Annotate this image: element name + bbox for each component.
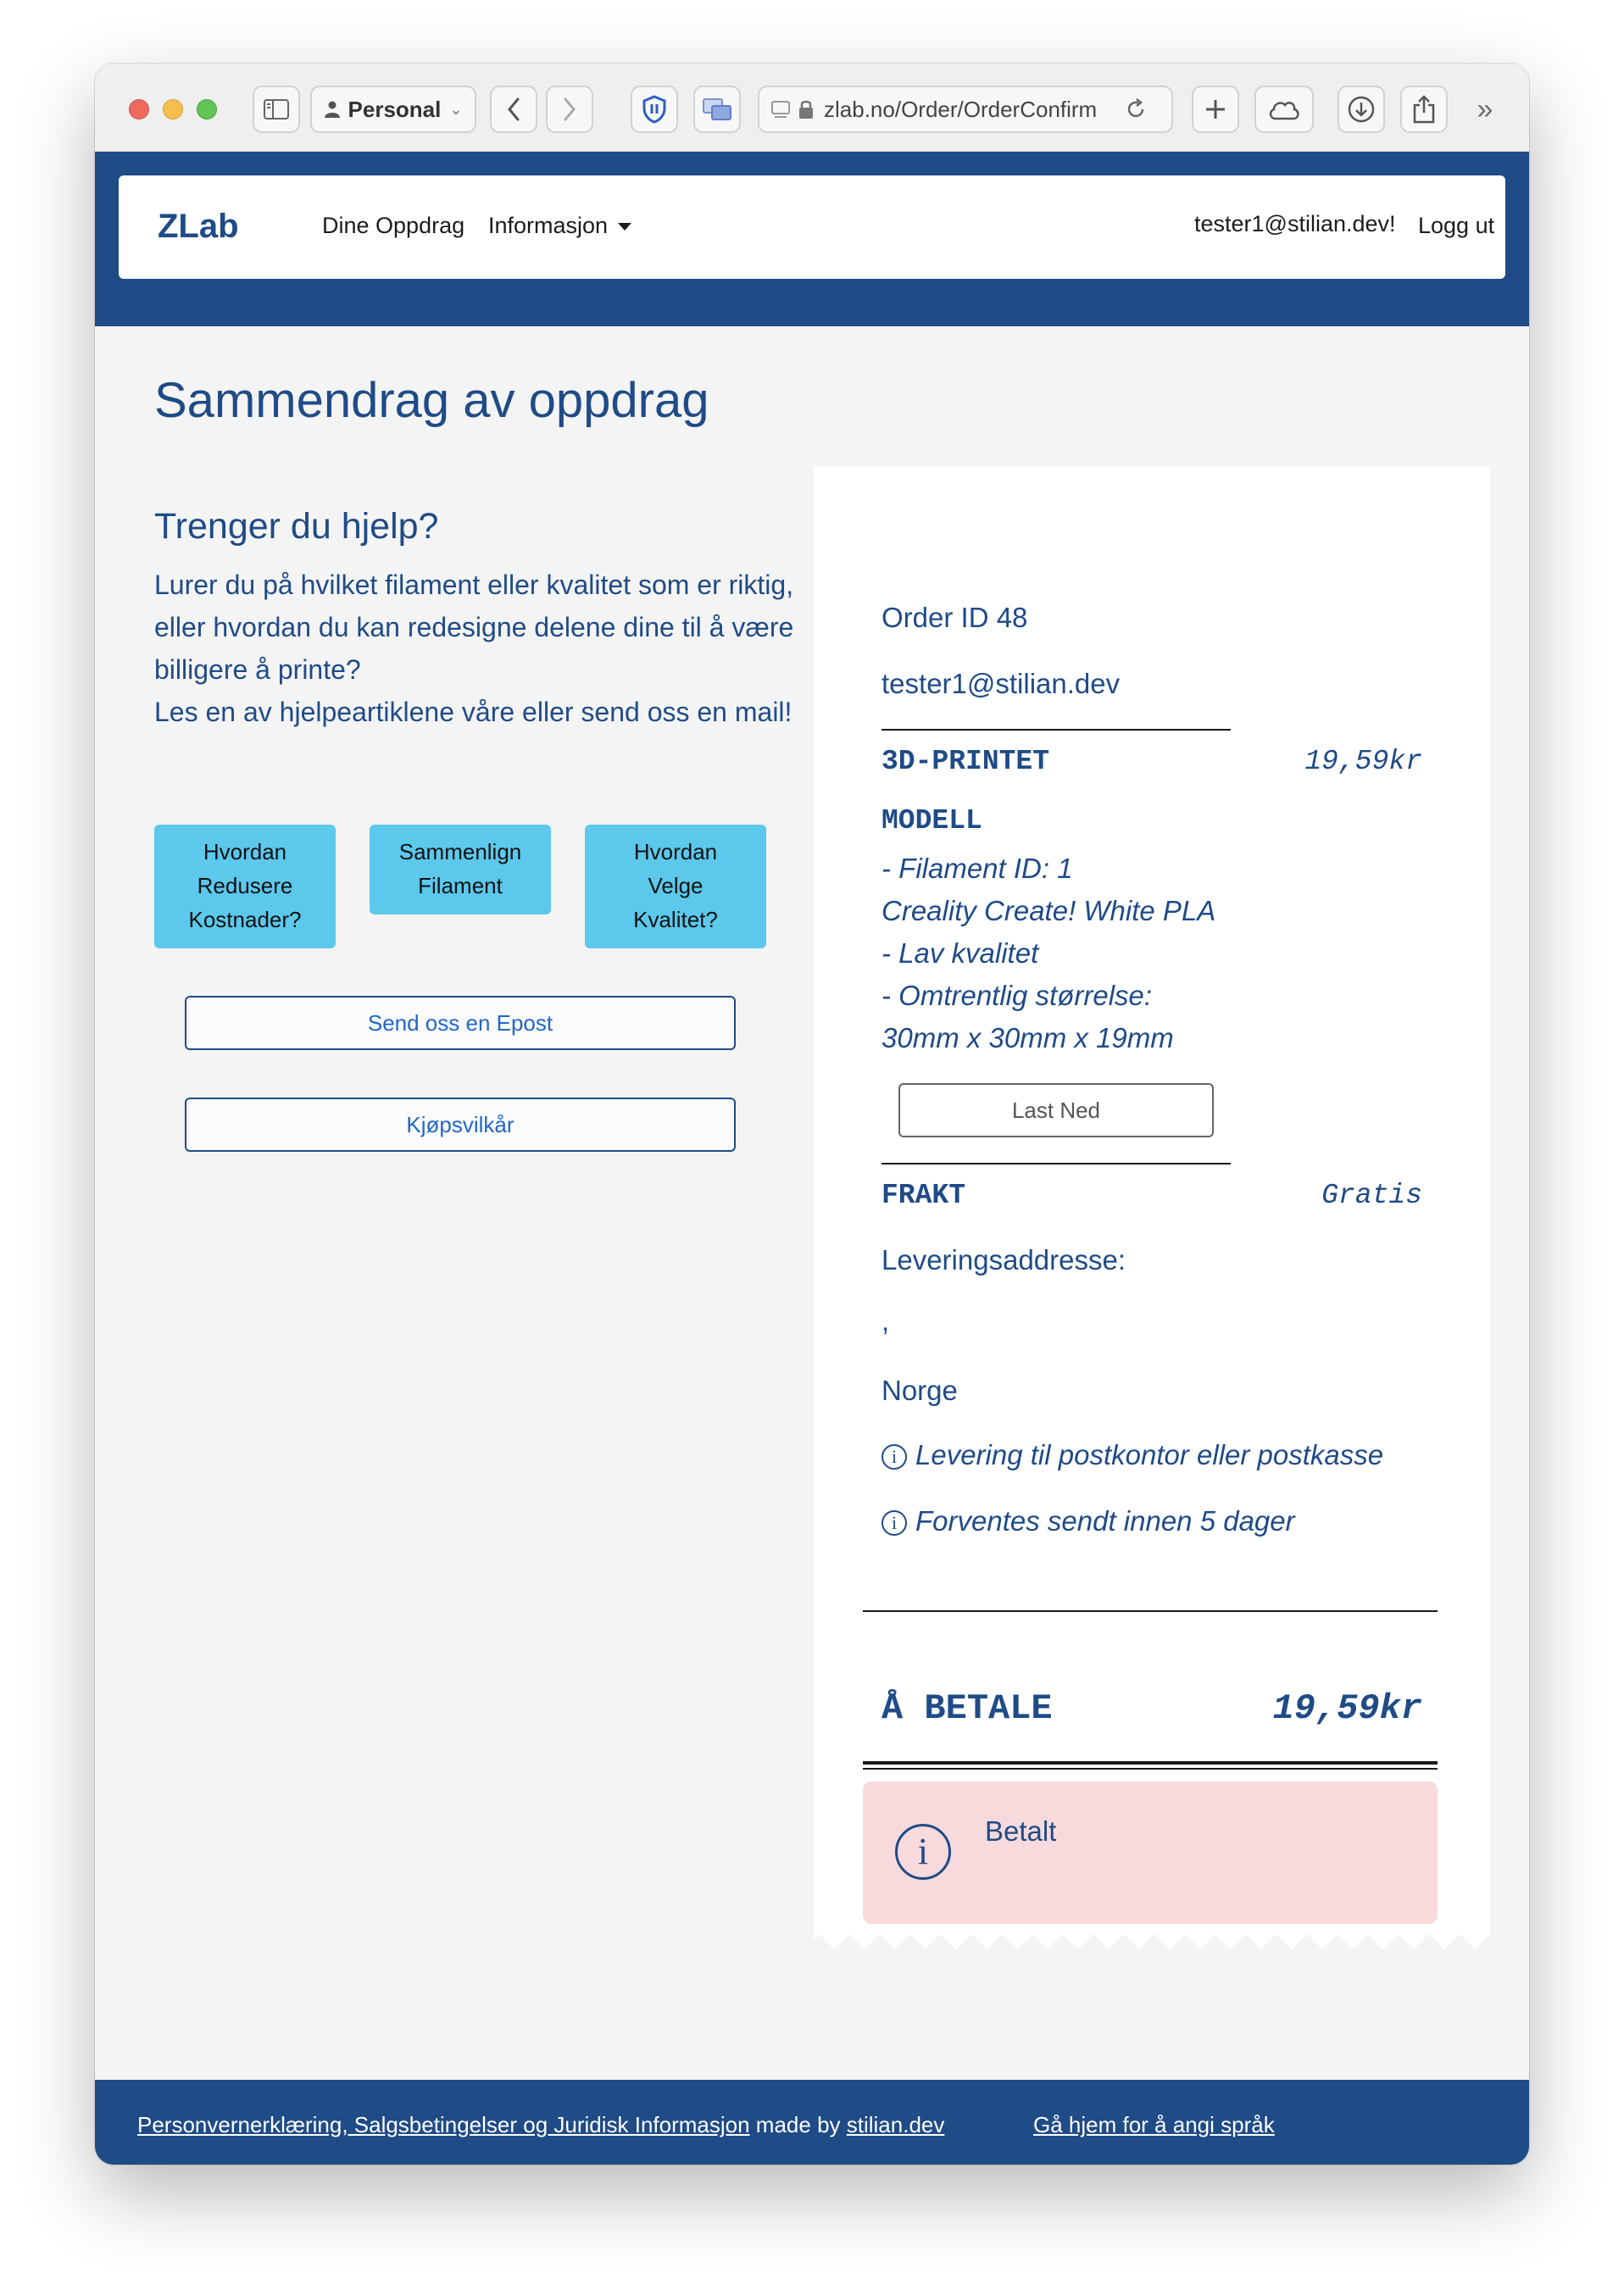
more-toolbar-items-icon[interactable]: » xyxy=(1468,86,1502,133)
home-language-link[interactable]: Gå hjem for å angi språk xyxy=(1033,2112,1275,2138)
choose-quality-button[interactable]: Hvordan Velge Kvalitet? xyxy=(585,825,766,948)
model-detail-quality: - Lav kvalitet xyxy=(882,937,1039,969)
divider xyxy=(882,729,1231,731)
close-window-button[interactable] xyxy=(129,99,149,120)
payment-status-alert: i Betalt xyxy=(863,1781,1438,1924)
double-divider-top xyxy=(863,1761,1438,1765)
password-manager-button[interactable] xyxy=(631,86,678,133)
minimize-window-button[interactable] xyxy=(163,99,183,120)
page-icon xyxy=(771,101,790,118)
lock-icon xyxy=(799,100,813,119)
made-by-text: made by xyxy=(749,2112,847,2137)
divider xyxy=(882,1163,1231,1164)
browser-window: Personal ⌄ zlab.no/Order/OrderConfirm » … xyxy=(95,64,1529,2165)
address-country: Norge xyxy=(882,1375,958,1406)
order-receipt: Order ID 48 tester1@stilian.dev 3D-PRINT… xyxy=(814,466,1490,1949)
info-icon: i xyxy=(882,1444,907,1470)
navbar: ZLab Dine Oppdrag Informasjon tester1@st… xyxy=(119,175,1505,279)
brand-logo[interactable]: ZLab xyxy=(158,208,239,246)
model-detail-filament-name: Creality Create! White PLA xyxy=(882,895,1216,926)
site-header: ZLab Dine Oppdrag Informasjon tester1@st… xyxy=(95,152,1529,326)
order-email: tester1@stilian.dev xyxy=(882,668,1121,699)
download-button[interactable]: Last Ned xyxy=(898,1083,1214,1137)
model-label: MODELL xyxy=(882,805,982,837)
download-icon xyxy=(1348,96,1375,123)
back-button[interactable] xyxy=(490,86,537,133)
sidebar-toggle-button[interactable] xyxy=(253,86,300,133)
address-label: Leveringsaddresse: xyxy=(882,1244,1126,1276)
sidebar-icon xyxy=(264,99,289,120)
reduce-costs-button[interactable]: Hvordan Redusere Kostnader? xyxy=(154,825,336,948)
legal-info-link[interactable]: Personvernerklæring, Salgsbetingelser og… xyxy=(137,2112,750,2137)
nav-item-informasjon-label: Informasjon xyxy=(488,213,609,238)
caret-down-icon xyxy=(618,223,632,231)
chevron-left-icon xyxy=(508,97,520,121)
shield-icon xyxy=(642,95,666,124)
user-email: tester1@stilian.dev! xyxy=(1194,211,1396,236)
shipping-price: Gratis xyxy=(1321,1180,1422,1211)
logout-link[interactable]: Logg ut xyxy=(1418,213,1494,239)
delivery-info-text: Levering til postkontor eller postkasse xyxy=(915,1439,1384,1470)
double-divider-bottom xyxy=(863,1768,1438,1770)
chevron-down-icon: ⌄ xyxy=(449,100,463,118)
model-detail-filament-id: - Filament ID: 1 xyxy=(882,853,1073,884)
payment-status-text: Betalt xyxy=(985,1815,1057,1847)
nav-item-dine-oppdrag[interactable]: Dine Oppdrag xyxy=(322,213,464,239)
terms-button[interactable]: Kjøpsvilkår xyxy=(185,1098,736,1152)
share-button[interactable] xyxy=(1400,86,1448,133)
total-price: 19,59kr xyxy=(1272,1688,1422,1729)
author-link[interactable]: stilian.dev xyxy=(847,2112,945,2137)
browser-toolbar: Personal ⌄ zlab.no/Order/OrderConfirm » xyxy=(95,64,1529,152)
profile-button[interactable]: Personal ⌄ xyxy=(310,86,476,133)
printed-label: 3D-PRINTET xyxy=(882,746,1050,777)
share-icon xyxy=(1413,95,1435,124)
divider xyxy=(863,1610,1438,1612)
delivery-info: i Levering til postkontor eller postkasse xyxy=(882,1439,1383,1471)
profile-label: Personal xyxy=(348,96,442,122)
plus-icon xyxy=(1206,100,1225,119)
help-text-line2: Les en av hjelpeartiklene våre eller sen… xyxy=(154,697,793,727)
model-detail-size: 30mm x 30mm x 19mm xyxy=(882,1022,1174,1053)
total-label: Å BETALE xyxy=(882,1688,1053,1729)
footer-text: Personvernerklæring, Salgsbetingelser og… xyxy=(137,2112,944,2138)
new-tab-button[interactable] xyxy=(1192,86,1239,133)
help-text-line1: Lurer du på hvilket filament eller kvali… xyxy=(154,570,794,685)
shipping-time-info: i Forventes sendt innen 5 dager xyxy=(882,1505,1295,1537)
nav-item-informasjon[interactable]: Informasjon xyxy=(488,213,632,239)
send-email-button[interactable]: Send oss en Epost xyxy=(185,996,736,1050)
receipt-bottom-edge xyxy=(814,1934,1490,1949)
zoom-window-button[interactable] xyxy=(197,99,217,120)
person-icon xyxy=(324,101,340,118)
model-detail-size-label: - Omtrentlig størrelse: xyxy=(882,980,1153,1011)
downloads-button[interactable] xyxy=(1338,86,1385,133)
model-details: - Filament ID: 1 Creality Create! White … xyxy=(882,848,1215,1059)
chevron-right-icon xyxy=(564,97,576,121)
info-icon: i xyxy=(882,1510,907,1536)
forward-button[interactable] xyxy=(546,86,593,133)
shipping-time-text: Forventes sendt innen 5 dager xyxy=(915,1505,1295,1537)
order-id: Order ID 48 xyxy=(882,602,1028,633)
shipping-label: FRAKT xyxy=(882,1180,966,1211)
windows-icon xyxy=(703,98,731,120)
icloud-tabs-button[interactable] xyxy=(1254,86,1314,133)
help-title: Trenger du hjelp? xyxy=(154,506,439,547)
reload-icon[interactable] xyxy=(1124,97,1148,121)
page-title: Sammendrag av oppdrag xyxy=(154,373,709,428)
cloud-icon xyxy=(1269,102,1299,120)
help-text: Lurer du på hvilket filament eller kvali… xyxy=(154,564,798,733)
compare-filament-button[interactable]: Sammenlign Filament xyxy=(370,825,551,914)
info-circle-icon: i xyxy=(895,1824,951,1880)
address-line: , xyxy=(882,1305,890,1337)
printed-price: 19,59kr xyxy=(1304,746,1422,777)
tab-overview-button[interactable] xyxy=(693,86,741,133)
url-text: zlab.no/Order/OrderConfirm xyxy=(824,96,1098,122)
address-bar[interactable]: zlab.no/Order/OrderConfirm xyxy=(758,86,1173,133)
site-footer: Personvernerklæring, Salgsbetingelser og… xyxy=(95,2080,1529,2165)
